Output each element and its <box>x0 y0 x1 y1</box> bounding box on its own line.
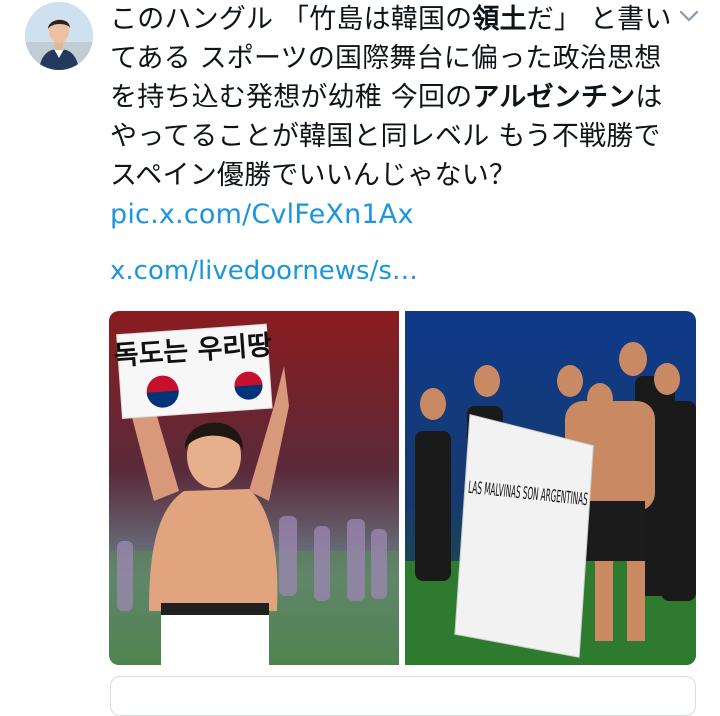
avatar-photo-icon <box>25 2 93 70</box>
tweet-text: このハングル 「竹島は韓国の領土だ」 と書いてある スポーツの国際舞台に偏った政… <box>110 4 672 230</box>
photo-argentina-team[interactable]: LAS MALVINAS SON ARGENTINAS <box>405 311 696 665</box>
user-avatar[interactable] <box>25 2 93 70</box>
tweet-media[interactable]: 독도는 우리땅 LAS MALVINAS <box>109 311 696 665</box>
photo-korea-player[interactable]: 독도는 우리땅 <box>109 311 399 665</box>
pic-link[interactable]: pic.x.com/CvlFeXn1Ax <box>110 199 414 230</box>
link-card[interactable] <box>110 676 696 716</box>
chevron-down-icon[interactable] <box>677 6 701 26</box>
card-link[interactable]: x.com/livedoornews/s… <box>110 252 690 290</box>
